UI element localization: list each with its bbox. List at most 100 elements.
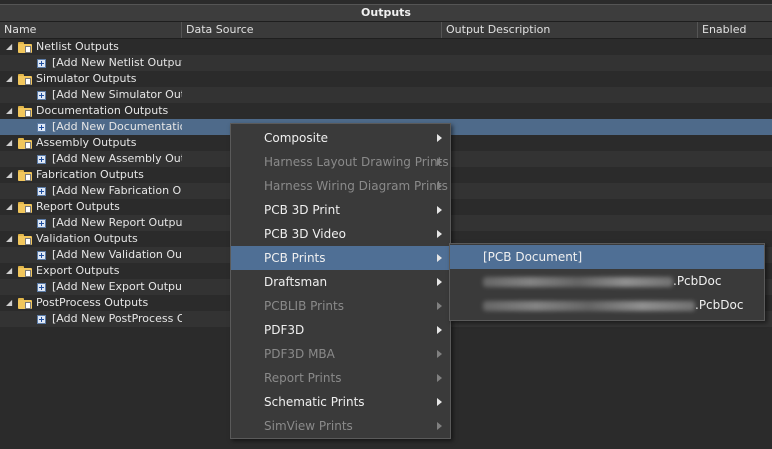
tree-add-label: [Add New Fabrication Ou [52, 184, 182, 197]
menu-item-label: Schematic Prints [264, 395, 365, 409]
folder-icon [18, 74, 32, 85]
submenu-arrow-icon [437, 158, 442, 166]
tree-add-item-netlist[interactable]: [Add New Netlist Output] [0, 55, 772, 71]
menu-item-pcb-3d-print[interactable]: PCB 3D Print [231, 198, 450, 222]
tree-group-label: Export Outputs [36, 264, 120, 277]
expand-icon[interactable]: ◢ [6, 39, 16, 55]
folder-icon [18, 42, 32, 53]
menu-item-label: SimView Prints [264, 419, 353, 433]
add-icon [37, 155, 46, 164]
submenu-item-label: .PcbDoc [673, 274, 722, 288]
panel-title: Outputs [0, 4, 772, 22]
menu-item-label: Composite [264, 131, 329, 145]
submenu-arrow-icon [437, 302, 442, 310]
menu-item-composite[interactable]: Composite [231, 126, 450, 150]
tree-add-label: [Add New Validation Out [52, 248, 182, 261]
menu-item-label: PCB 3D Print [264, 203, 340, 217]
submenu-arrow-icon [437, 254, 442, 262]
menu-item-pdf3d[interactable]: PDF3D [231, 318, 450, 342]
tree-group-label: Fabrication Outputs [36, 168, 144, 181]
expand-icon[interactable]: ◢ [6, 295, 16, 311]
column-header-data-source[interactable]: Data Source [181, 22, 441, 38]
menu-item-pcblib-prints: PCBLIB Prints [231, 294, 450, 318]
expand-icon[interactable]: ◢ [6, 263, 16, 279]
expand-icon[interactable]: ◢ [6, 167, 16, 183]
menu-item-draftsman[interactable]: Draftsman [231, 270, 450, 294]
menu-item-report-prints: Report Prints [231, 366, 450, 390]
submenu-arrow-icon [437, 230, 442, 238]
submenu-arrow-icon [437, 422, 442, 430]
submenu-arrow-icon [437, 398, 442, 406]
redacted-path [483, 300, 695, 311]
column-header-name[interactable]: Name [0, 22, 181, 38]
expand-icon[interactable]: ◢ [6, 135, 16, 151]
folder-icon [18, 106, 32, 117]
tree-group-label: Netlist Outputs [36, 40, 119, 53]
submenu-arrow-icon [437, 182, 442, 190]
submenu-item-label: .PcbDoc [695, 298, 744, 312]
menu-item-pdf3d-mba: PDF3D MBA [231, 342, 450, 366]
menu-item-label: PDF3D [264, 323, 305, 337]
expand-icon[interactable]: ◢ [6, 231, 16, 247]
menu-item-label: Harness Layout Drawing Prints [264, 155, 449, 169]
add-icon [37, 123, 46, 132]
expand-icon[interactable]: ◢ [6, 199, 16, 215]
menu-item-label: PCB Prints [264, 251, 326, 265]
submenu-item-label: [PCB Document] [483, 250, 583, 264]
column-header-row: Name Data Source Output Description Enab… [0, 22, 772, 39]
tree-add-label: [Add New Report Output [52, 216, 182, 229]
submenu-item-pcb-document[interactable]: [PCB Document] [450, 245, 764, 269]
menu-item-label: Harness Wiring Diagram Prints [264, 179, 448, 193]
tree-add-label: [Add New Simulator Outp [52, 88, 182, 101]
tree-add-item-simulator[interactable]: [Add New Simulator Outp [0, 87, 772, 103]
tree-group-label: Report Outputs [36, 200, 120, 213]
tree-group-documentation[interactable]: ◢ Documentation Outputs [0, 103, 772, 119]
add-icon [37, 315, 46, 324]
add-icon [37, 283, 46, 292]
submenu-item-pcbdoc-1[interactable]: .PcbDoc [450, 269, 764, 293]
folder-icon [18, 138, 32, 149]
add-icon [37, 187, 46, 196]
tree-group-simulator[interactable]: ◢ Simulator Outputs [0, 71, 772, 87]
menu-item-harness-layout-drawing-prints: Harness Layout Drawing Prints [231, 150, 450, 174]
add-icon [37, 219, 46, 228]
menu-item-label: PCB 3D Video [264, 227, 346, 241]
menu-item-label: Draftsman [264, 275, 328, 289]
folder-icon [18, 298, 32, 309]
context-menu: Composite Harness Layout Drawing Prints … [230, 123, 451, 439]
add-icon [37, 91, 46, 100]
expand-icon[interactable]: ◢ [6, 71, 16, 87]
submenu-arrow-icon [437, 278, 442, 286]
tree-add-label: [Add New Assembly Outp [52, 152, 182, 165]
menu-item-pcb-prints[interactable]: PCB Prints [231, 246, 450, 270]
expand-icon[interactable]: ◢ [6, 103, 16, 119]
redacted-path [483, 276, 673, 287]
tree-add-label: [Add New PostProcess Ou [52, 312, 182, 325]
menu-item-harness-wiring-diagram-prints: Harness Wiring Diagram Prints [231, 174, 450, 198]
menu-item-simview-prints: SimView Prints [231, 414, 450, 438]
pcb-prints-submenu: [PCB Document] .PcbDoc .PcbDoc [449, 243, 765, 321]
menu-item-schematic-prints[interactable]: Schematic Prints [231, 390, 450, 414]
submenu-arrow-icon [437, 134, 442, 142]
tree-add-label: [Add New Netlist Output] [52, 56, 182, 69]
add-icon [37, 251, 46, 260]
tree-group-label: PostProcess Outputs [36, 296, 149, 309]
tree-group-label: Simulator Outputs [36, 72, 137, 85]
menu-item-label: PDF3D MBA [264, 347, 335, 361]
folder-icon [18, 266, 32, 277]
tree-group-netlist[interactable]: ◢ Netlist Outputs [0, 39, 772, 55]
tree-add-label: [Add New Export Output] [52, 280, 182, 293]
submenu-arrow-icon [437, 374, 442, 382]
add-icon [37, 59, 46, 68]
submenu-item-pcbdoc-2[interactable]: .PcbDoc [450, 293, 764, 317]
folder-icon [18, 234, 32, 245]
submenu-arrow-icon [437, 326, 442, 334]
tree-group-label: Assembly Outputs [36, 136, 137, 149]
column-header-output-description[interactable]: Output Description [441, 22, 697, 38]
tree-add-label: [Add New Documentation [52, 120, 182, 133]
column-header-enabled[interactable]: Enabled [697, 22, 772, 38]
folder-icon [18, 170, 32, 181]
menu-item-pcb-3d-video[interactable]: PCB 3D Video [231, 222, 450, 246]
menu-item-label: PCBLIB Prints [264, 299, 344, 313]
tree-group-label: Documentation Outputs [36, 104, 169, 117]
